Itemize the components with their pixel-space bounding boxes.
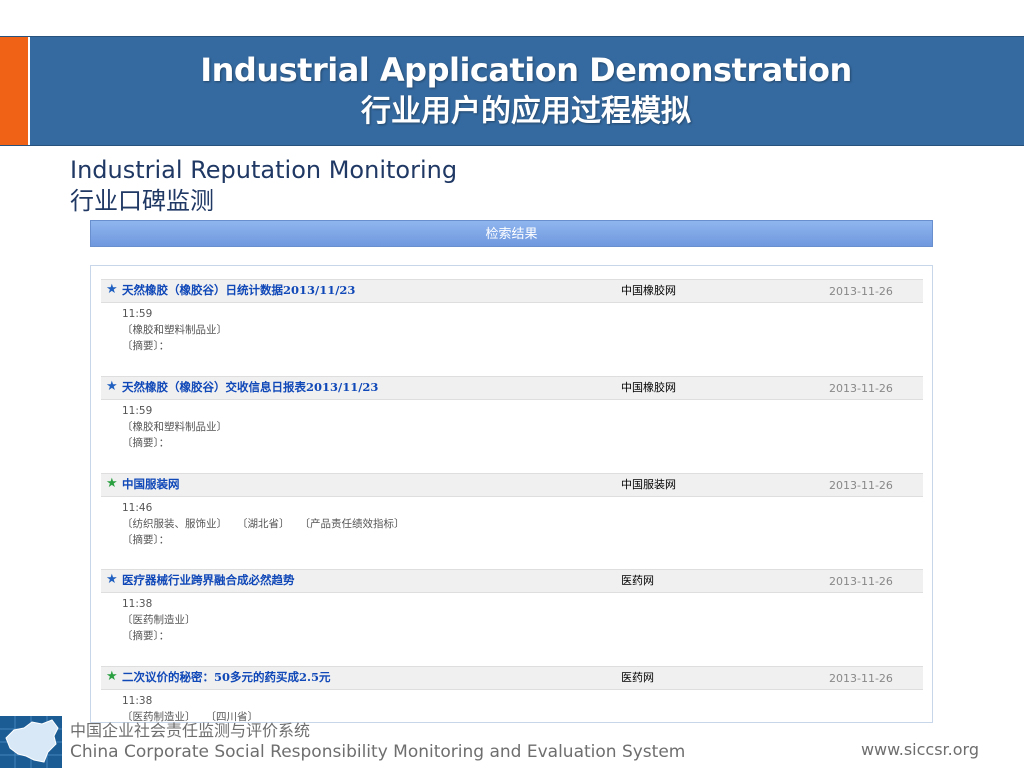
search-results-list[interactable]: ★ 天然橡胶（橡胶谷）日统计数据2013/11/23 中国橡胶网 2013-11…	[90, 265, 933, 723]
star-icon: ★	[106, 282, 118, 297]
star-icon: ★	[106, 669, 118, 684]
list-item: ★ 天然橡胶（橡胶谷）交收信息日报表2013/11/23 中国橡胶网 2013-…	[101, 376, 923, 451]
result-title-link[interactable]: 医疗器械行业跨界融合成必然趋势	[122, 573, 295, 588]
result-title-link[interactable]: 二次议价的秘密：50多元的药买成2.5元	[122, 670, 331, 685]
star-icon: ★	[106, 572, 118, 587]
result-date: 2013-11-26	[829, 575, 893, 588]
star-icon: ★	[106, 379, 118, 394]
result-time: 11:59	[122, 405, 153, 417]
list-item: ★ 医疗器械行业跨界融合成必然趋势 医药网 2013-11-26 11:38 〔…	[101, 569, 923, 644]
result-tags: 〔纺织服装、服饰业〕 〔湖北省〕 〔产品责任绩效指标〕	[122, 518, 405, 530]
result-header-row: ★ 天然橡胶（橡胶谷）交收信息日报表2013/11/23 中国橡胶网 2013-…	[101, 376, 923, 400]
slide-title: Industrial Application Demonstration	[200, 51, 852, 89]
result-time: 11:38	[122, 695, 153, 707]
result-header-row: ★ 天然橡胶（橡胶谷）日统计数据2013/11/23 中国橡胶网 2013-11…	[101, 279, 923, 303]
result-summary: 〔摘要〕：	[122, 340, 170, 352]
result-date: 2013-11-26	[829, 672, 893, 685]
result-time: 11:46	[122, 502, 153, 514]
section-heading: Industrial Reputation Monitoring 行业口碑监测	[70, 155, 457, 217]
footer-org-en: China Corporate Social Responsibility Mo…	[70, 742, 686, 762]
result-summary: 〔摘要〕：	[122, 534, 170, 546]
slide-subtitle-cn: 行业用户的应用过程模拟	[361, 94, 691, 129]
search-results-header: 检索结果	[90, 220, 933, 247]
list-item: ★ 中国服装网 中国服装网 2013-11-26 11:46 〔纺织服装、服饰业…	[101, 473, 923, 548]
section-title-en: Industrial Reputation Monitoring	[70, 156, 458, 184]
result-source: 中国橡胶网	[621, 381, 676, 394]
banner-accent-bar	[0, 37, 30, 145]
list-item: ★ 二次议价的秘密：50多元的药买成2.5元 医药网 2013-11-26 11…	[101, 666, 923, 722]
china-map-logo	[0, 716, 62, 768]
result-tags: 〔橡胶和塑料制品业〕	[122, 421, 227, 433]
result-tags: 〔橡胶和塑料制品业〕	[122, 324, 227, 336]
result-title-link[interactable]: 天然橡胶（橡胶谷）交收信息日报表2013/11/23	[122, 380, 378, 395]
footer-org-cn: 中国企业社会责任监测与评价系统	[70, 721, 311, 740]
result-summary: 〔摘要〕：	[122, 630, 170, 642]
section-title-cn: 行业口碑监测	[70, 187, 214, 215]
star-icon: ★	[106, 476, 118, 491]
result-header-row: ★ 中国服装网 中国服装网 2013-11-26	[101, 473, 923, 497]
result-source: 中国服装网	[621, 478, 676, 491]
result-date: 2013-11-26	[829, 382, 893, 395]
result-date: 2013-11-26	[829, 479, 893, 492]
result-title-link[interactable]: 中国服装网	[122, 477, 180, 492]
result-date: 2013-11-26	[829, 285, 893, 298]
result-time: 11:38	[122, 598, 153, 610]
result-time: 11:59	[122, 308, 153, 320]
result-header-row: ★ 二次议价的秘密：50多元的药买成2.5元 医药网 2013-11-26	[101, 666, 923, 690]
title-banner: Industrial Application Demonstration 行业用…	[0, 36, 1024, 146]
list-item: ★ 天然橡胶（橡胶谷）日统计数据2013/11/23 中国橡胶网 2013-11…	[101, 279, 923, 354]
result-source: 中国橡胶网	[621, 284, 676, 297]
result-tags: 〔医药制造业〕	[122, 614, 196, 626]
result-summary: 〔摘要〕：	[122, 437, 170, 449]
footer-url[interactable]: www.siccsr.org	[861, 739, 979, 761]
result-source: 医药网	[621, 574, 654, 587]
result-header-row: ★ 医疗器械行业跨界融合成必然趋势 医药网 2013-11-26	[101, 569, 923, 593]
result-title-link[interactable]: 天然橡胶（橡胶谷）日统计数据2013/11/23	[122, 283, 355, 298]
result-source: 医药网	[621, 671, 654, 684]
